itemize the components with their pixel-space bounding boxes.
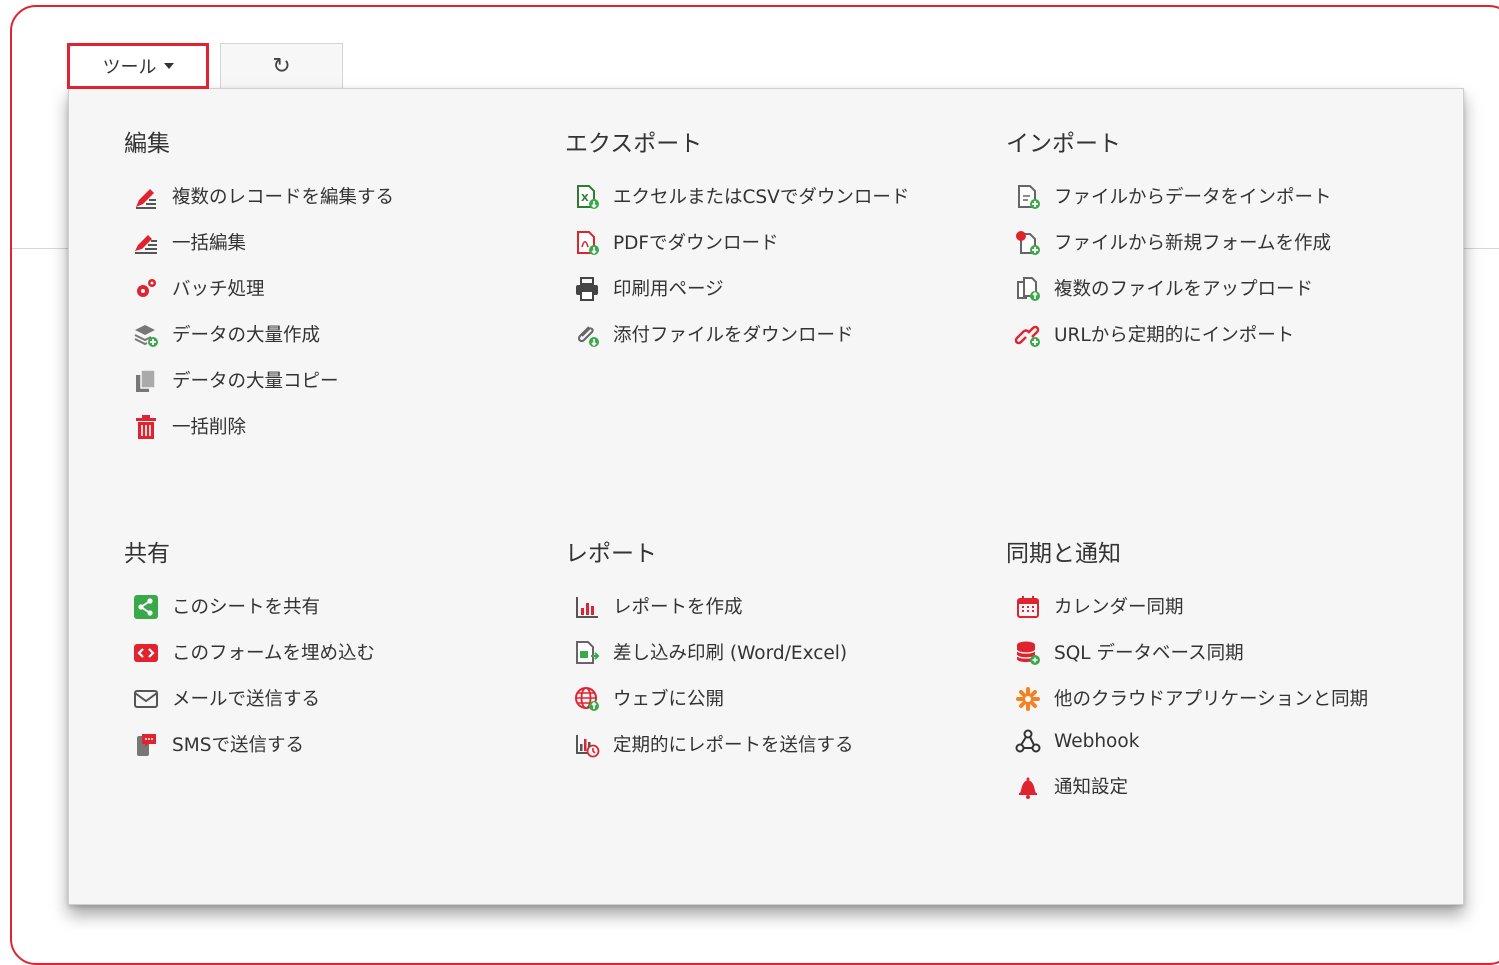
menu-item-send-email[interactable]: メールで送信する bbox=[124, 685, 375, 731]
files-upload-icon bbox=[1014, 275, 1042, 303]
menu-item-print-page[interactable]: 印刷用ページ bbox=[565, 275, 909, 321]
link-icon bbox=[1014, 321, 1042, 349]
menu-item-bulk-edit[interactable]: 一括編集 bbox=[124, 229, 394, 275]
menu-item-pdf-download[interactable]: PDFでダウンロード bbox=[565, 229, 909, 275]
bell-icon bbox=[1014, 773, 1042, 801]
section-title: インポート bbox=[1006, 131, 1121, 157]
section-title: レポート bbox=[565, 541, 657, 567]
tools-label: ツール bbox=[102, 57, 157, 78]
menu-item-edit-multiple[interactable]: 複数のレコードを編集する bbox=[124, 183, 394, 229]
menu-item-sql-sync[interactable]: SQL データベース同期 bbox=[1006, 639, 1394, 685]
menu-item-new-form-from-file[interactable]: ファイルから新規フォームを作成 bbox=[1006, 229, 1332, 275]
menu-item-share-sheet[interactable]: このシートを共有 bbox=[124, 593, 375, 639]
menu-item-send-sms[interactable]: SMSで送信する bbox=[124, 731, 375, 777]
menu-item-embed-form[interactable]: このフォームを埋め込む bbox=[124, 639, 375, 685]
sms-phone-icon bbox=[132, 731, 160, 759]
menu-item-mail-merge[interactable]: 差し込み印刷 (Word/Excel) bbox=[565, 639, 854, 685]
section-import: インポート ファイルからデータをインポート ファイルから新規フォームを作成 複数… bbox=[1006, 129, 1332, 367]
share-icon bbox=[132, 593, 160, 621]
tools-dropdown-panel: 編集 複数のレコードを編集する 一括編集 バッチ処理 データの大量作成 データの… bbox=[68, 88, 1464, 905]
form-from-file-icon bbox=[1014, 229, 1042, 257]
menu-item-bulk-create[interactable]: データの大量作成 bbox=[124, 321, 394, 367]
menu-item-scheduled-url-import[interactable]: URLから定期的にインポート bbox=[1006, 321, 1332, 367]
menu-item-create-report[interactable]: レポートを作成 bbox=[565, 593, 854, 639]
webhook-icon bbox=[1014, 727, 1042, 755]
bar-chart-icon bbox=[573, 593, 601, 621]
layers-add-icon bbox=[132, 321, 160, 349]
file-import-icon bbox=[1014, 183, 1042, 211]
section-export: エクスポート X エクセルまたはCSVでダウンロード PDFでダウンロード 印刷… bbox=[565, 129, 909, 367]
copy-icon bbox=[132, 367, 160, 395]
menu-item-calendar-sync[interactable]: カレンダー同期 bbox=[1006, 593, 1394, 639]
section-title: エクスポート bbox=[565, 131, 703, 157]
menu-item-import-from-file[interactable]: ファイルからデータをインポート bbox=[1006, 183, 1332, 229]
section-title: 編集 bbox=[124, 131, 170, 157]
section-sync: 同期と通知 カレンダー同期 SQL データベース同期 他のクラウドアプリケーショ… bbox=[1006, 539, 1394, 819]
chart-clock-icon bbox=[573, 731, 601, 759]
pdf-file-icon bbox=[573, 229, 601, 257]
background-divider bbox=[12, 248, 68, 249]
section-title: 同期と通知 bbox=[1006, 541, 1121, 567]
zapier-asterisk-icon bbox=[1014, 685, 1042, 713]
background-divider bbox=[1464, 248, 1499, 249]
refresh-icon: ↻ bbox=[272, 54, 291, 79]
section-title: 共有 bbox=[124, 541, 170, 567]
trash-icon bbox=[132, 413, 160, 441]
section-share: 共有 このシートを共有 このフォームを埋め込む メールで送信する SMSで送信す… bbox=[124, 539, 375, 777]
svg-text:X: X bbox=[581, 193, 589, 204]
menu-item-upload-multiple-files[interactable]: 複数のファイルをアップロード bbox=[1006, 275, 1332, 321]
menu-item-bulk-delete[interactable]: 一括削除 bbox=[124, 413, 394, 459]
gears-icon bbox=[132, 275, 160, 303]
menu-item-scheduled-report[interactable]: 定期的にレポートを送信する bbox=[565, 731, 854, 777]
pencil-edit-icon bbox=[132, 183, 160, 211]
caret-down-icon bbox=[163, 63, 174, 69]
bulk-edit-icon bbox=[132, 229, 160, 257]
menu-item-excel-csv-download[interactable]: X エクセルまたはCSVでダウンロード bbox=[565, 183, 909, 229]
calendar-icon bbox=[1014, 593, 1042, 621]
envelope-icon bbox=[132, 685, 160, 713]
menu-item-bulk-copy[interactable]: データの大量コピー bbox=[124, 367, 394, 413]
menu-item-cloud-app-sync[interactable]: 他のクラウドアプリケーションと同期 bbox=[1006, 685, 1394, 715]
globe-icon bbox=[573, 685, 601, 713]
embed-code-icon bbox=[132, 639, 160, 667]
menu-item-attachment-download[interactable]: 添付ファイルをダウンロード bbox=[565, 321, 909, 367]
menu-item-webhook[interactable]: Webhook bbox=[1006, 727, 1394, 773]
menu-item-publish-web[interactable]: ウェブに公開 bbox=[565, 685, 854, 731]
tools-dropdown-button[interactable]: ツール bbox=[67, 43, 209, 89]
menu-item-notification-settings[interactable]: 通知設定 bbox=[1006, 773, 1394, 819]
database-icon bbox=[1014, 639, 1042, 667]
section-report: レポート レポートを作成 差し込み印刷 (Word/Excel) ウェブに公開 … bbox=[565, 539, 854, 777]
excel-file-icon: X bbox=[573, 183, 601, 211]
printer-icon bbox=[573, 275, 601, 303]
menu-item-batch-process[interactable]: バッチ処理 bbox=[124, 275, 394, 321]
mail-merge-icon bbox=[573, 639, 601, 667]
paperclip-icon bbox=[573, 321, 601, 349]
refresh-button[interactable]: ↻ bbox=[220, 43, 343, 89]
section-edit: 編集 複数のレコードを編集する 一括編集 バッチ処理 データの大量作成 データの… bbox=[124, 129, 394, 459]
